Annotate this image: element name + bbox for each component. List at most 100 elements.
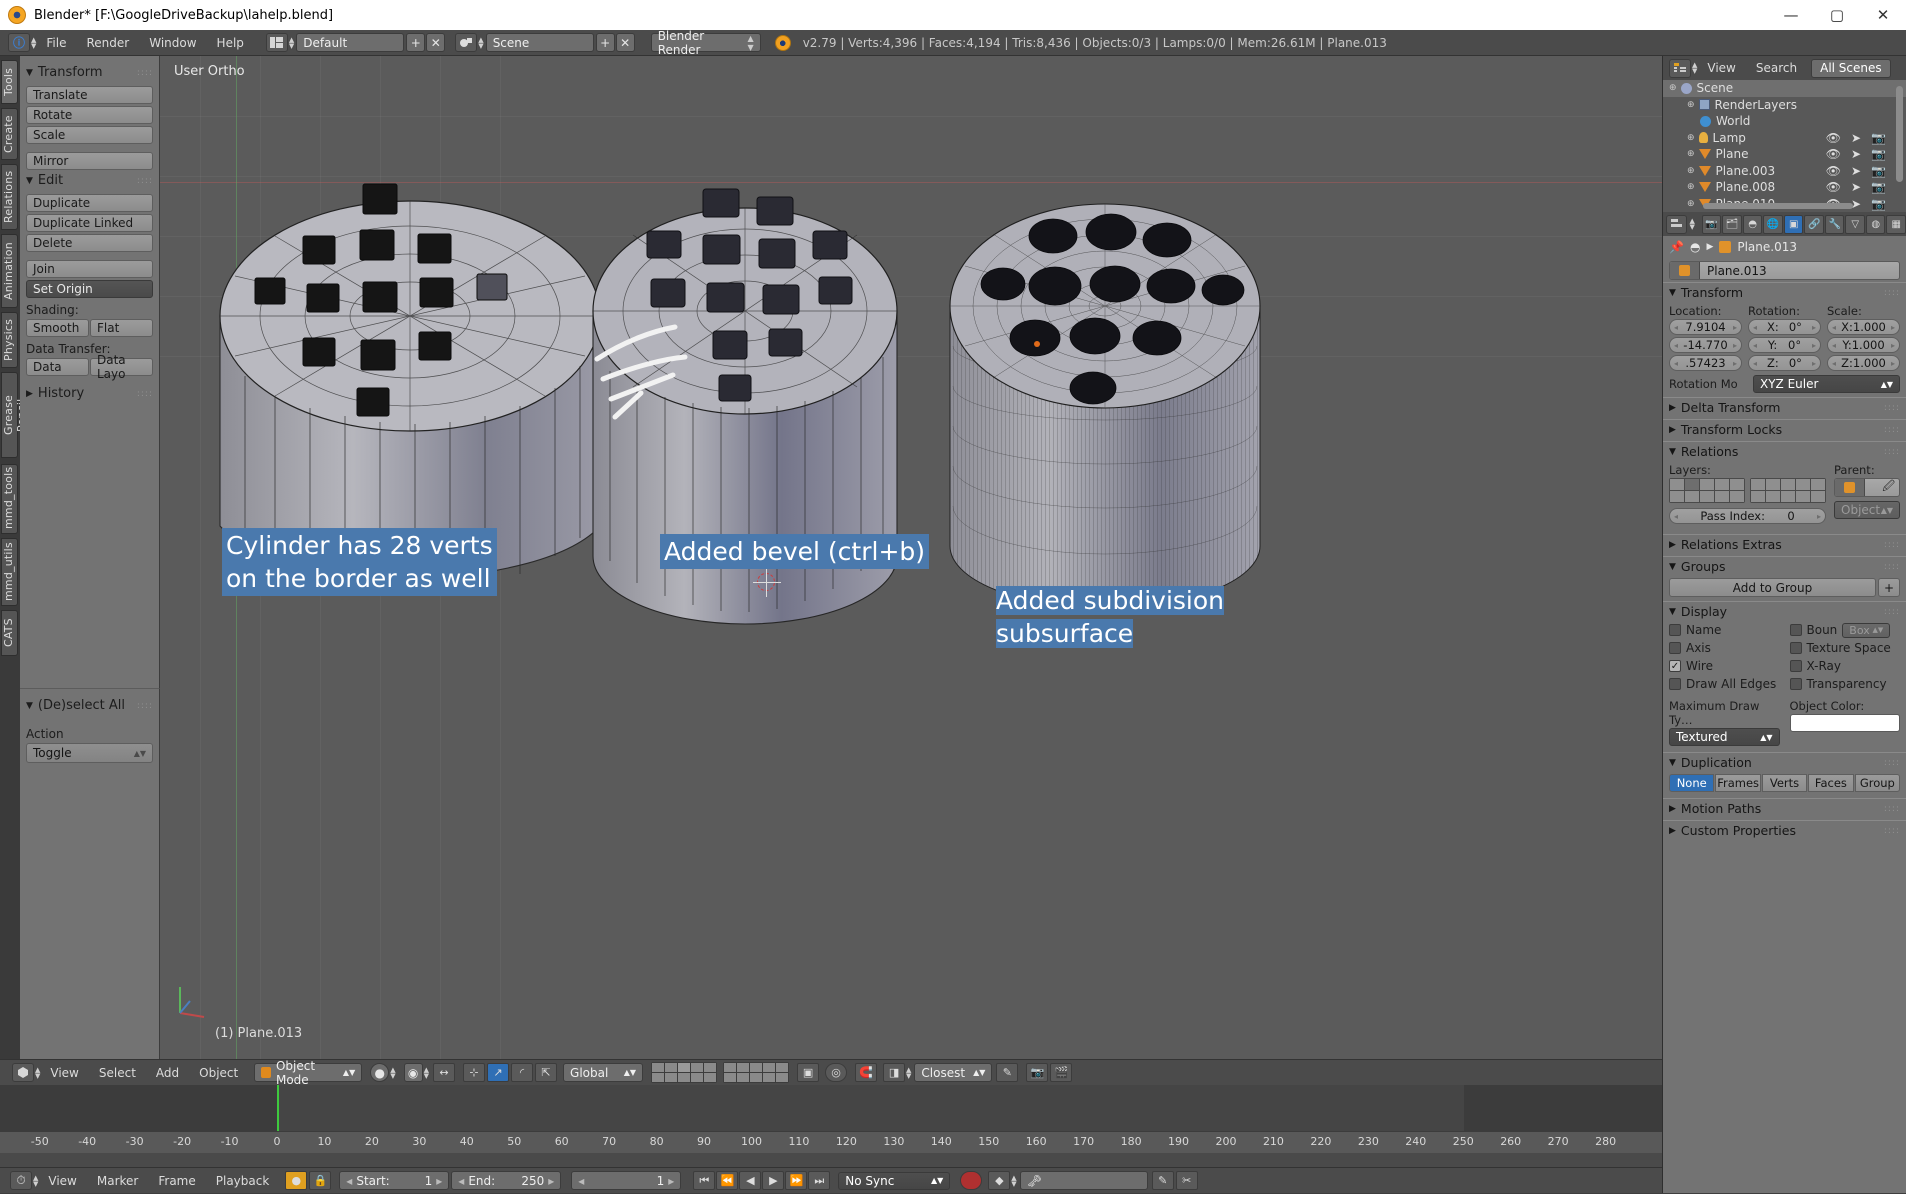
visibility-eye-icon[interactable]: 👁 xyxy=(1826,131,1841,145)
visibility-eye-icon[interactable]: 👁 xyxy=(1826,180,1841,194)
outliner-display-mode-select[interactable]: All Scenes xyxy=(1811,58,1891,78)
location-x-field[interactable]: ◂ 7.9104 ▸ xyxy=(1669,319,1742,335)
renderable-camera-icon[interactable]: 📷 xyxy=(1871,131,1886,145)
selectable-cursor-icon[interactable]: ➤ xyxy=(1851,180,1861,194)
eyedropper-icon[interactable]: 🖉 xyxy=(1882,477,1895,498)
auto-key-lock-icon[interactable]: 🔒 xyxy=(309,1171,332,1190)
checkbox-row-texture-space[interactable]: Texture Space xyxy=(1789,639,1901,657)
pivot-center-toggle[interactable]: ↔ xyxy=(433,1063,456,1082)
outliner-row[interactable]: ⊕ Plane.008 👁 ➤ 📷 xyxy=(1663,179,1906,196)
scale-x-field[interactable]: ◂ X:1.000 ▸ xyxy=(1827,319,1900,335)
timeline-track[interactable] xyxy=(0,1085,1662,1131)
properties-editor[interactable]: ▲ ▼ 📷 🗂 ◓ 🌐 ▣ 🔗 🔧 ▽ ◍ ▦ 📌 ◓ ▶ Plane.013 P… xyxy=(1662,212,1906,1193)
renderable-camera-icon[interactable]: 📷 xyxy=(1871,147,1886,161)
viewport-menu-view[interactable]: View xyxy=(40,1060,88,1086)
location-y-field[interactable]: ◂ -14.770 ▸ xyxy=(1669,337,1742,353)
expand-toggle-icon[interactable]: ⊕ xyxy=(1687,199,1695,209)
duplicate-button[interactable]: Duplicate xyxy=(26,194,153,212)
menu-help[interactable]: Help xyxy=(207,30,254,56)
play-button[interactable]: ▶ xyxy=(762,1171,785,1190)
relations-extras-section-header[interactable]: ▶ Relations Extras :::: xyxy=(1663,534,1906,554)
proportional-edit-icon[interactable]: ◎ xyxy=(825,1063,848,1082)
history-panel-header[interactable]: ▶ History :::: xyxy=(26,386,153,401)
tab-material-icon[interactable]: ◍ xyxy=(1865,214,1886,234)
interaction-mode-select[interactable]: Object Mode ▲▼ xyxy=(254,1059,363,1087)
layer-block-1[interactable] xyxy=(1669,478,1745,503)
delete-scene-button[interactable]: ✕ xyxy=(615,33,635,52)
tool-tab-mmd-utils[interactable]: mmd_utils xyxy=(1,538,18,606)
tab-modifiers-icon[interactable]: 🔧 xyxy=(1824,214,1845,234)
screen-layout-icon[interactable] xyxy=(265,33,288,52)
outliner-row[interactable]: ⊕ RenderLayers xyxy=(1663,97,1906,114)
translate-manipulator-toggle[interactable]: ↗ xyxy=(487,1063,510,1082)
xray-checkbox[interactable] xyxy=(1789,660,1802,672)
outliner-hscrollbar[interactable] xyxy=(1703,203,1853,209)
keying-set-spinner[interactable]: ▲ ▼ xyxy=(1011,1174,1016,1187)
relations-section-header[interactable]: ▼ Relations :::: xyxy=(1663,441,1906,461)
expand-toggle-icon[interactable]: ⊕ xyxy=(1669,83,1677,93)
transform-orientation-select[interactable]: Global ▲▼ xyxy=(563,1063,644,1082)
add-screen-layout-button[interactable]: + xyxy=(406,33,426,52)
texture-space-checkbox[interactable] xyxy=(1789,642,1802,654)
outliner-editor[interactable]: ▲ ▼ View Search All Scenes ⊕ Scene ⊕ RenderL… xyxy=(1662,56,1906,212)
minimize-button[interactable]: — xyxy=(1768,0,1814,30)
checkbox-row-xray[interactable]: X-Ray xyxy=(1789,657,1901,675)
rotation-y-field[interactable]: ◂ Y: 0° ▸ xyxy=(1748,337,1821,353)
wire-checkbox[interactable]: ✓ xyxy=(1669,660,1681,672)
properties-editor-type-spinner[interactable]: ▲ ▼ xyxy=(1689,218,1694,231)
tab-object-icon[interactable]: ▣ xyxy=(1783,214,1804,234)
name-checkbox[interactable] xyxy=(1669,624,1681,636)
selectable-cursor-icon[interactable]: ➤ xyxy=(1851,147,1861,161)
expand-toggle-icon[interactable]: ⊕ xyxy=(1687,182,1695,192)
outliner-row[interactable]: ⊕ Scene xyxy=(1663,80,1906,97)
delete-keyframe-icon[interactable]: ✂ xyxy=(1175,1171,1198,1190)
visibility-eye-icon[interactable]: 👁 xyxy=(1826,147,1841,161)
bounds-type-select[interactable]: Box ▲▼ xyxy=(1842,622,1891,638)
transform-locks-section-header[interactable]: ▶ Transform Locks :::: xyxy=(1663,419,1906,439)
maximize-button[interactable]: ▢ xyxy=(1814,0,1860,30)
tab-texture-icon[interactable]: ▦ xyxy=(1886,214,1906,234)
rotation-z-field[interactable]: ◂ Z: 0° ▸ xyxy=(1748,355,1821,371)
tab-object-data-icon[interactable]: ▽ xyxy=(1845,214,1865,234)
rotate-manipulator-toggle[interactable]: ◜ xyxy=(511,1063,534,1082)
axis-checkbox[interactable] xyxy=(1669,642,1681,654)
scene-layers-widget[interactable] xyxy=(651,1062,795,1083)
tool-tab-relations[interactable]: Relations xyxy=(1,164,18,230)
screen-layout-select[interactable]: Default xyxy=(296,33,405,52)
scene-select[interactable]: Scene xyxy=(485,33,594,52)
snap-magnet-icon[interactable]: 🧲 xyxy=(855,1063,878,1082)
viewport-shading-icon[interactable]: ● xyxy=(370,1063,390,1082)
pin-icon[interactable]: 📌 xyxy=(1669,240,1684,254)
delete-screen-layout-button[interactable]: ✕ xyxy=(426,33,446,52)
keying-set-field[interactable]: 🗝 xyxy=(1019,1171,1148,1190)
menu-render[interactable]: Render xyxy=(76,30,139,56)
tab-world-icon[interactable]: 🌐 xyxy=(1763,214,1783,234)
end-frame-field[interactable]: ◂ End: 250 ▸ xyxy=(451,1171,562,1190)
new-group-button[interactable]: + xyxy=(1878,578,1900,597)
display-section-header[interactable]: ▼ Display :::: xyxy=(1663,601,1906,621)
draw-all-edges-checkbox[interactable] xyxy=(1669,678,1681,690)
duplication-option-frames[interactable]: Frames xyxy=(1715,774,1761,792)
timeline-menu-view[interactable]: View xyxy=(38,1168,86,1194)
tool-tab-tools[interactable]: Tools xyxy=(1,60,18,104)
tool-tab-create[interactable]: Create xyxy=(1,108,18,160)
viewport-editor-type-icon[interactable] xyxy=(12,1063,34,1082)
scene-icon[interactable] xyxy=(455,33,478,52)
render-engine-select[interactable]: Blender Render ▲ ▼ xyxy=(650,29,761,57)
tool-tab-animation[interactable]: Animation xyxy=(1,234,18,308)
record-keying-icon[interactable]: ● xyxy=(285,1171,308,1190)
motion-paths-section-header[interactable]: ▶ Motion Paths :::: xyxy=(1663,798,1906,818)
groups-section-header[interactable]: ▼ Groups :::: xyxy=(1663,556,1906,576)
tool-tab-physics[interactable]: Physics xyxy=(1,312,18,368)
max-draw-type-select[interactable]: Textured ▲▼ xyxy=(1669,728,1780,746)
snap-element-icon[interactable]: ◨ xyxy=(883,1063,906,1082)
tab-constraints-icon[interactable]: 🔗 xyxy=(1804,214,1824,234)
translate-button[interactable]: Translate xyxy=(26,86,153,104)
outliner-row[interactable]: ⊕ Lamp 👁 ➤ 📷 xyxy=(1663,130,1906,147)
outliner-row[interactable]: ⊕ Plane.003 👁 ➤ 📷 xyxy=(1663,163,1906,180)
object-color-swatch[interactable] xyxy=(1789,714,1900,732)
play-reverse-button[interactable]: ◀ xyxy=(739,1171,762,1190)
tab-render-layers-icon[interactable]: 🗂 xyxy=(1722,214,1742,234)
viewport-shading-spinner[interactable]: ▲ ▼ xyxy=(390,1066,395,1079)
layers-widget[interactable] xyxy=(1669,478,1826,503)
